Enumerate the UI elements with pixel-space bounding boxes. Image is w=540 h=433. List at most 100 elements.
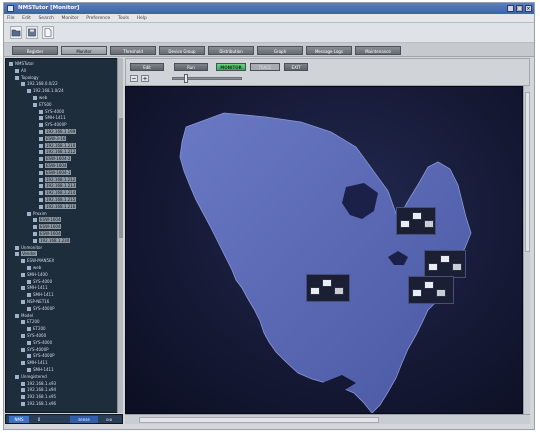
tree-item[interactable]: 192.168.1.213 [39,183,77,189]
tree-item[interactable]: SYS-4000 [27,279,52,285]
tree-item[interactable]: web [27,265,41,271]
tree-item[interactable]: ESW-1604 [39,163,68,169]
tree-item[interactable]: ESW-1604 [33,231,62,237]
network-device-icon[interactable] [424,281,434,289]
device-cluster-east-middle[interactable] [424,250,466,278]
map-vertical-scrollbar[interactable] [523,86,530,414]
tree-item[interactable]: 192.168.1.x95 [21,394,56,400]
tree-item[interactable]: ESW-1604-2 [39,156,72,162]
tree-item[interactable]: Proxim [27,211,47,217]
tree-item[interactable]: ESW-MAN5EX [21,258,54,264]
network-device-icon[interactable] [436,289,446,297]
new-document-button[interactable] [42,26,54,39]
menu-monitor[interactable]: Monitor [59,14,82,23]
menu-help[interactable]: Help [134,14,150,23]
tab-device-group[interactable]: Device Group [159,46,205,55]
network-device-icon[interactable] [428,263,438,271]
tree-scroll-thumb[interactable] [119,118,123,238]
tree-item[interactable]: SYS-4000 [21,333,46,339]
status-nms[interactable]: NMS [9,416,29,423]
device-cluster-east-north[interactable] [396,207,436,235]
zoom-in-button[interactable] [141,75,149,82]
tab-maintenance[interactable]: Maintenance [355,46,401,55]
network-device-icon[interactable] [322,279,332,287]
tree-item[interactable]: ESW-1604-1 [39,169,72,176]
tree-item[interactable]: 192.168.1.230 [33,237,71,244]
menu-edit[interactable]: Edit [19,14,34,23]
menu-search[interactable]: Search [35,14,56,23]
device-tree[interactable]: NMSTutor All Topology 192.168.0.0/22 192.168… [5,58,123,413]
maximize-button[interactable]: □ [516,5,523,12]
tree-item[interactable]: 192.168.1.0/24 [27,88,64,94]
zoom-slider-track[interactable] [172,77,242,80]
tree-item[interactable]: 192.168.1.x94 [21,387,56,393]
edit-button[interactable]: Edit [130,63,164,71]
network-device-icon[interactable] [400,220,410,228]
network-device-icon[interactable] [334,287,344,295]
tree-item[interactable]: NSP-NET16 [21,299,49,305]
zoom-out-button[interactable] [130,75,138,82]
menu-tools[interactable]: Tools [115,14,132,23]
tree-item[interactable]: SMH-1411 [27,367,54,373]
tree-item[interactable]: 192.168.1.216 [39,203,77,210]
tree-item[interactable]: NMSTutor [9,61,34,67]
network-device-icon[interactable] [412,212,422,220]
tree-item[interactable]: SYS-4000 [27,340,52,346]
tree-item[interactable]: 192.168.1.215 [39,197,77,203]
map-horizontal-scrollbar[interactable] [125,414,530,424]
tree-item[interactable]: SYS-4000P [39,122,67,128]
tree-item[interactable]: ESW-3-16 [39,135,67,142]
network-device-icon[interactable] [412,289,422,297]
tree-item[interactable]: SMH-1400 [21,272,48,278]
trace-mode-button[interactable]: TRACE [250,63,280,71]
tab-register[interactable]: Register [12,46,58,55]
status-sense[interactable]: sense [70,416,98,423]
tree-item[interactable]: 192.168.1.214 [39,190,77,196]
tree-item[interactable]: SMH-1411 [27,292,54,298]
run-button[interactable]: Run [174,63,208,71]
tree-item[interactable]: SMH-1411 [39,115,66,121]
network-device-icon[interactable] [440,255,450,263]
close-button[interactable]: × [525,5,532,12]
tree-item[interactable]: Unmonitor [15,245,42,251]
tree-item[interactable]: 192.168.1.x93 [21,381,56,387]
network-device-icon[interactable] [452,263,462,271]
tab-message-logs[interactable]: Message Logs [306,46,352,55]
network-device-icon[interactable] [310,287,320,295]
tree-item[interactable]: 192.168.1.212 [39,176,77,183]
tree-item[interactable]: ET200 [21,319,40,325]
tree-item[interactable]: ESW-1604 [33,217,62,223]
tree-item[interactable]: SYS-4000P [21,347,49,353]
tree-item[interactable]: ETS00 [33,102,52,108]
device-cluster-west[interactable] [306,274,350,302]
device-cluster-east-south[interactable] [408,276,454,304]
tab-graph[interactable]: Graph [257,46,303,55]
tree-item[interactable]: SYS-4000 [39,109,64,115]
tree-item[interactable]: SMH-1411 [21,360,48,366]
tab-monitor[interactable]: Monitor [61,46,107,55]
tree-item[interactable]: 192.168.1.x96 [21,401,56,407]
tree-item[interactable]: 192.168.1.199 [39,129,77,135]
tree-item[interactable]: SYS-4000P [27,353,55,359]
save-button[interactable] [26,26,38,39]
map-vscroll-thumb[interactable] [525,92,530,252]
minimize-button[interactable]: _ [507,5,514,12]
monitor-mode-button[interactable]: MONITOR [216,63,246,71]
zoom-slider-thumb[interactable] [184,74,188,83]
exit-button[interactable]: EXIT [284,63,308,71]
tab-distribution[interactable]: Distribution [208,46,254,55]
open-folder-button[interactable] [10,26,22,39]
tree-item[interactable]: Vendor [15,251,38,257]
tab-threshold[interactable]: Threshold [110,46,156,55]
network-device-icon[interactable] [424,220,434,228]
menu-file[interactable]: File [4,14,18,23]
tree-item[interactable]: ET200 [27,326,46,332]
tree-item[interactable]: All [15,68,26,74]
tree-item[interactable]: web [33,95,47,101]
tree-item[interactable]: 192.168.1.210 [39,142,77,149]
tree-item[interactable]: 192.168.0.0/22 [21,81,58,87]
menu-preference[interactable]: Preference [83,14,113,23]
tree-item[interactable]: Model [15,313,33,319]
map-hscroll-thumb[interactable] [139,417,379,423]
tree-item[interactable]: Topology [15,75,39,81]
